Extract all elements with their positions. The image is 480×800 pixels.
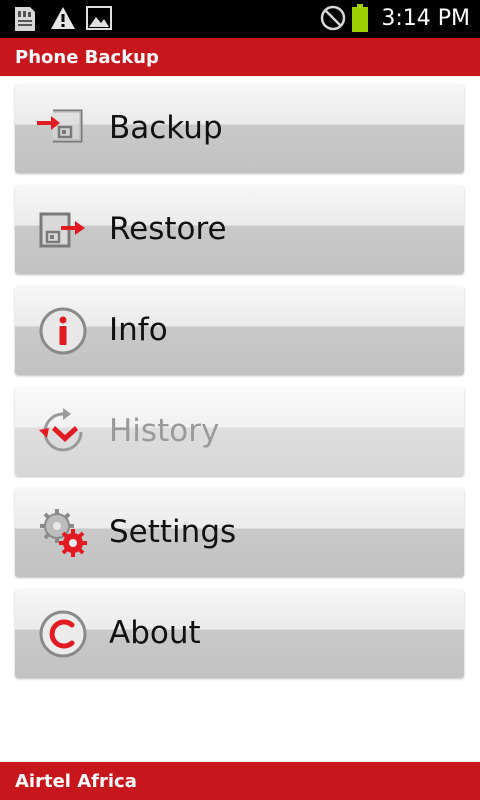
settings-label: Settings — [109, 514, 237, 550]
restore-button[interactable]: Restore — [15, 185, 464, 274]
info-icon — [35, 303, 91, 359]
info-label: Info — [109, 312, 168, 348]
history-button[interactable]: History — [15, 387, 464, 476]
footer-text: Airtel Africa — [15, 771, 137, 792]
info-button[interactable]: Info — [15, 286, 464, 375]
app-bar: Phone Backup — [0, 38, 480, 76]
history-icon — [35, 404, 91, 460]
image-icon — [86, 5, 112, 35]
app-title: Phone Backup — [15, 47, 159, 68]
backup-label: Backup — [109, 110, 223, 146]
settings-icon — [35, 505, 91, 561]
backup-button[interactable]: Backup — [15, 84, 464, 173]
about-label: About — [109, 615, 201, 651]
footer-bar: Airtel Africa — [0, 762, 480, 800]
clock: 3:14 PM — [381, 6, 470, 31]
sd-card-icon — [12, 5, 38, 37]
settings-button[interactable]: Settings — [15, 488, 464, 577]
history-label: History — [109, 413, 220, 449]
restore-label: Restore — [109, 211, 227, 247]
restore-icon — [35, 202, 91, 258]
about-button[interactable]: About — [15, 589, 464, 678]
status-bar: 3:14 PM — [0, 0, 480, 38]
no-signal-icon — [320, 5, 346, 35]
battery-icon — [351, 4, 369, 36]
copyright-icon — [35, 606, 91, 662]
warning-icon — [50, 5, 76, 35]
backup-icon — [35, 101, 91, 157]
